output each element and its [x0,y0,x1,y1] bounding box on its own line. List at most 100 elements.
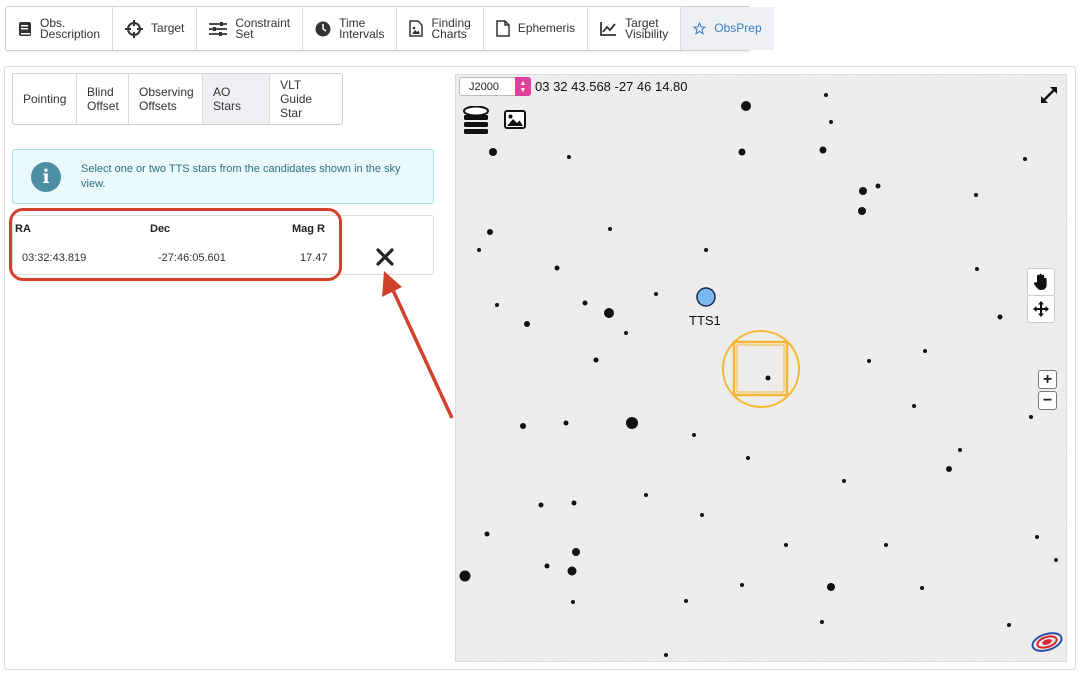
star-point [875,183,881,189]
alert-message: Select one or two TTS stars from the can… [81,162,401,190]
star-point [820,620,824,624]
star-point [997,314,1003,320]
layers-icon [463,106,489,134]
cell-mag: 17.47 [300,252,328,264]
remove-star-button[interactable] [375,247,395,267]
subtab-pointing[interactable]: Pointing [13,74,77,124]
star-point [923,349,927,353]
star-icon [693,22,707,35]
tab-ephemeris[interactable]: Ephemeris [484,7,589,50]
move-icon [1033,301,1049,317]
tab-obsprep[interactable]: ObsPrep [681,7,774,50]
info-alert: i Select one or two TTS stars from the c… [12,149,434,204]
select-arrows-icon: ▲ ▼ [515,77,531,96]
epoch-select[interactable]: J2000 ▲ ▼ [459,77,531,96]
zoom-in-button[interactable]: + [1038,370,1057,389]
star-point [765,375,771,381]
tab-constraint-set[interactable]: Constraint Set [197,7,304,50]
fullscreen-button[interactable] [1038,84,1060,106]
star-point [1054,558,1058,562]
coordinates-readout: 03 32 43.568 -27 46 14.80 [535,79,688,94]
tab-label-line2: Intervals [339,26,385,41]
tab-label: ObsPrep [714,21,762,35]
pan-tool-button[interactable] [1027,268,1055,296]
star-point [538,502,544,508]
star-point [819,146,827,154]
subtab-label-line2: Offsets [139,99,177,113]
star-point [644,493,648,497]
star-point [684,599,688,603]
star-point [495,303,499,307]
star-point [829,120,833,124]
star-point [738,148,746,156]
star-point [700,513,704,517]
star-point [842,479,846,483]
tab-obs-description[interactable]: Obs. Description [6,7,114,50]
star-point [563,420,569,426]
star-point [1029,415,1033,419]
selected-stars-table: RA Dec Mag R 03:32:43.819 -27:46:05.601 … [12,215,434,275]
star-point [867,359,871,363]
star-point [477,248,481,252]
subtab-vlt-guide-star[interactable]: VLT Guide Star [270,74,342,124]
tts-star-marker[interactable] [696,287,716,307]
tab-time-intervals[interactable]: Time Intervals [303,7,398,50]
sub-tab-bar: Pointing Blind Offset Observing Offsets AO… [12,73,343,125]
star-point [459,570,471,582]
star-point [489,148,497,156]
image-file-icon [409,20,424,37]
zoom-out-button[interactable]: − [1038,391,1057,410]
info-icon: i [31,161,61,192]
star-point [520,423,526,429]
layers-button[interactable] [462,106,490,136]
sky-view[interactable] [455,74,1067,662]
star-point [484,531,490,537]
star-point [884,543,888,547]
star-point [946,466,952,472]
star-point [624,331,628,335]
expand-icon [1041,87,1057,103]
star-point [524,321,530,327]
star-point [593,357,599,363]
star-point [692,433,696,437]
image-survey-button[interactable] [504,110,526,129]
star-point [975,267,979,271]
subtab-label: Pointing [23,92,67,106]
top-tab-bar: Obs. Description Target Constraint Set Tim… [5,6,774,51]
star-point [704,248,708,252]
star-point [974,193,978,197]
star-point [827,583,835,591]
sliders-icon [209,21,228,36]
tts-star-label: TTS1 [689,313,721,328]
subtab-ao-stars[interactable]: AO Stars [203,74,271,124]
star-point [487,229,493,235]
column-header-mag: Mag R [292,223,325,235]
star-point [1035,535,1039,539]
star-point [571,600,575,604]
star-point [920,586,924,590]
tab-target-visibility[interactable]: Target Visibility [588,7,682,50]
column-header-ra: RA [15,223,31,235]
file-icon [496,20,510,37]
tab-target[interactable]: Target [113,7,198,50]
star-point [958,448,962,452]
tab-label: Ephemeris [517,21,576,35]
star-point [1007,623,1011,627]
star-point [654,292,658,296]
subtab-label: AO Stars [213,85,242,113]
close-icon [376,248,394,266]
subtab-label-line1: Blind [87,85,114,99]
cell-ra: 03:32:43.819 [22,252,87,264]
tab-finding-charts[interactable]: Finding Charts [397,7,484,50]
cell-dec: -27:46:05.601 [158,252,226,264]
subtab-label-line1: Observing [139,85,194,99]
star-point [912,404,916,408]
image-icon [504,110,526,129]
subtab-label-line2: Star [280,106,303,120]
tab-label-line2: Visibility [625,26,669,41]
move-tool-button[interactable] [1027,295,1055,323]
subtab-blind-offset[interactable]: Blind Offset [77,74,129,124]
star-point [544,563,550,569]
subtab-observing-offsets[interactable]: Observing Offsets [129,74,203,124]
column-header-dec: Dec [150,223,171,235]
